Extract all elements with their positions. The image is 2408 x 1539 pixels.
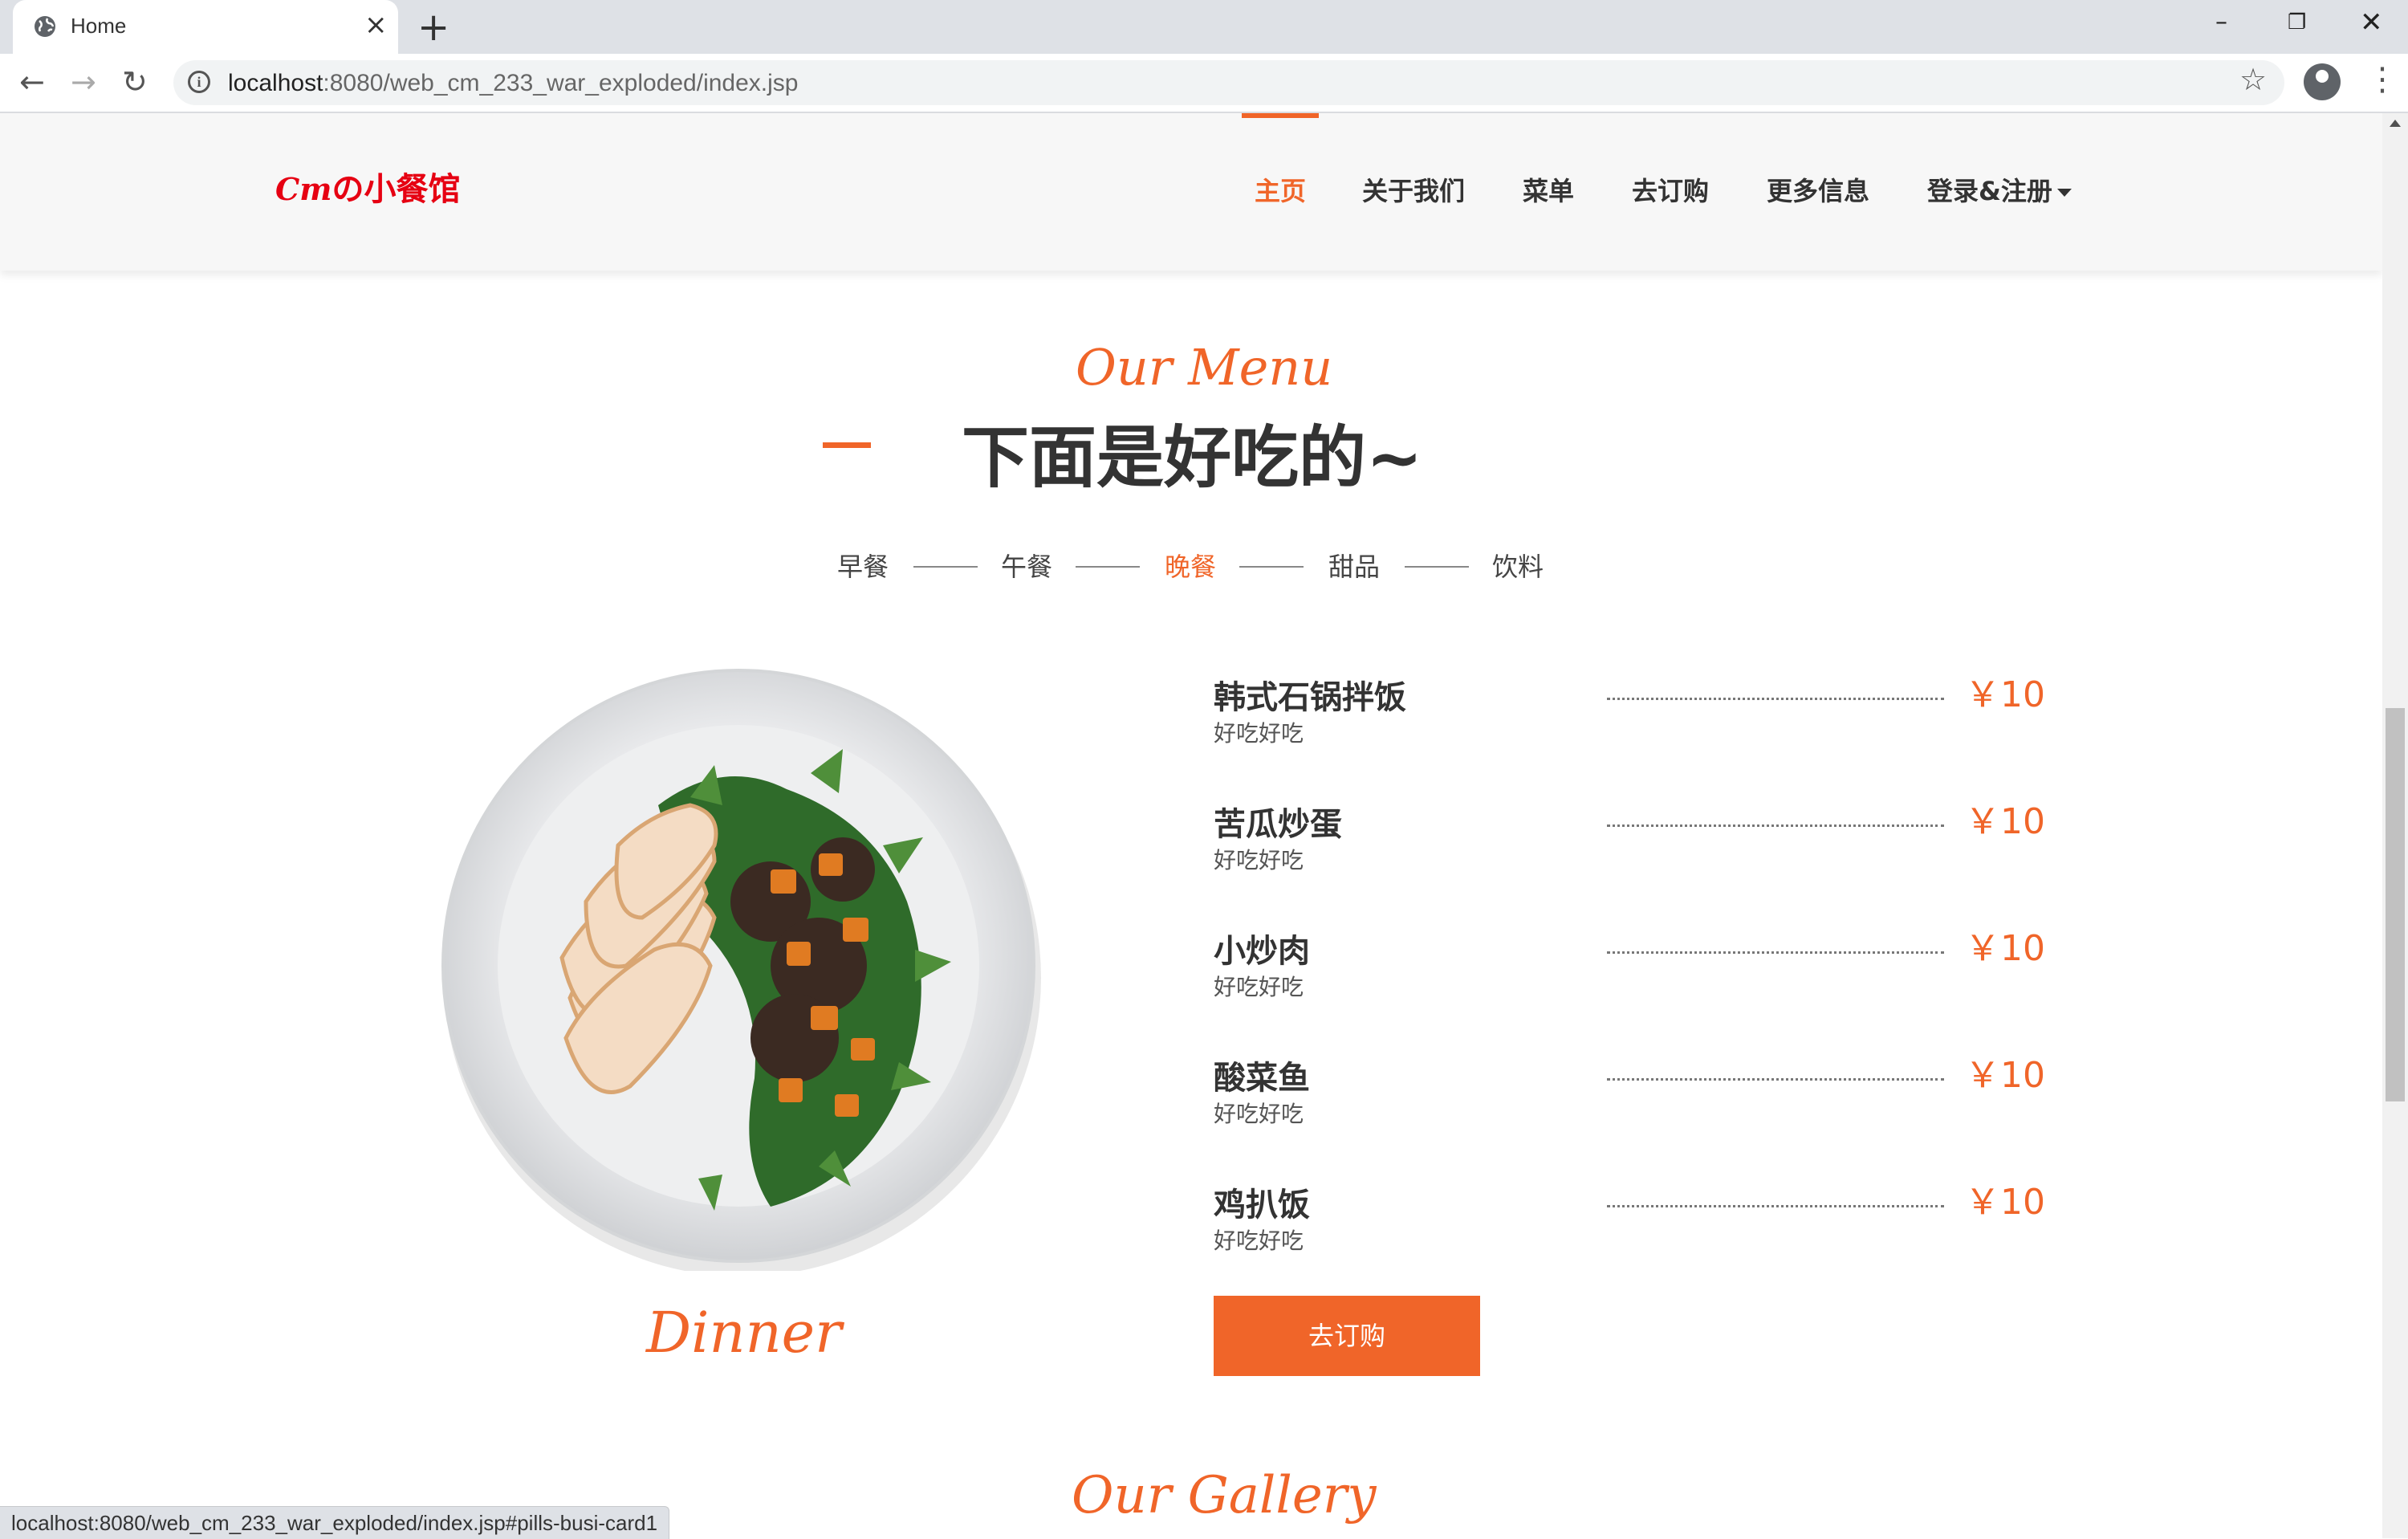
category-dinner[interactable]: 晚餐 — [1165, 547, 1216, 584]
gallery-script-heading: Our Gallery — [1072, 1466, 1377, 1525]
site-info-icon[interactable]: i — [188, 71, 210, 93]
price-leader-dots — [1607, 1205, 1944, 1207]
window-close-icon[interactable]: ✕ — [2360, 8, 2383, 37]
heading-accent-dash — [823, 442, 871, 448]
site-logo[interactable]: Cmの小餐馆 — [275, 163, 460, 210]
nav-about[interactable]: 关于我们 — [1362, 171, 1465, 208]
minimize-icon[interactable]: – — [2215, 8, 2227, 37]
dish-price: ￥10 — [1965, 674, 2045, 715]
dinner-caption: Dinner — [646, 1300, 842, 1366]
category-divider — [1405, 566, 1469, 568]
dish-price: ￥10 — [1965, 1182, 2045, 1223]
bookmark-star-icon[interactable]: ☆ — [2239, 63, 2267, 96]
nav-order[interactable]: 去订购 — [1632, 171, 1709, 208]
dish-desc: 好吃好吃 — [1214, 974, 1304, 1000]
forward-icon[interactable]: → — [71, 65, 96, 99]
scroll-up-icon[interactable] — [2390, 120, 2401, 127]
nav-active-indicator — [1242, 113, 1319, 118]
price-leader-dots — [1607, 1078, 1944, 1081]
reload-icon[interactable]: ↻ — [122, 65, 148, 99]
chevron-down-icon — [2056, 189, 2072, 197]
page-scrollbar[interactable] — [2382, 113, 2408, 1538]
address-bar-row: ← → ↻ i localhost:8080/web_cm_233_war_ex… — [0, 54, 2408, 113]
dish-name: 鸡扒饭 — [1214, 1187, 1310, 1223]
url-text: localhost:8080/web_cm_233_war_exploded/i… — [228, 70, 799, 96]
back-icon[interactable]: ← — [19, 65, 45, 99]
category-divider — [1239, 566, 1304, 568]
dish-name: 苦瓜炒蛋 — [1214, 806, 1342, 843]
site-navbar: Cmの小餐馆 主页 关于我们 菜单 去订购 更多信息 登录&注册 — [0, 113, 2382, 271]
dish-name: 小炒肉 — [1214, 933, 1310, 970]
nav-more-info[interactable]: 更多信息 — [1767, 171, 1869, 208]
category-drinks[interactable]: 饮料 — [1492, 547, 1544, 584]
globe-icon — [35, 16, 55, 37]
menu-title: 下面是好吃的~ — [962, 418, 1423, 497]
dinner-plate-image — [433, 661, 1043, 1276]
dish-price: ￥10 — [1965, 1055, 2045, 1096]
dish-price: ￥10 — [1965, 801, 2045, 842]
menu-script-heading: Our Menu — [1076, 338, 1333, 397]
tab-title: Home — [71, 14, 127, 38]
dish-desc: 好吃好吃 — [1214, 1101, 1304, 1127]
scrollbar-thumb[interactable] — [2386, 708, 2405, 1101]
category-divider — [913, 566, 978, 568]
order-button[interactable]: 去订购 — [1214, 1296, 1480, 1376]
category-breakfast[interactable]: 早餐 — [837, 547, 889, 584]
category-divider — [1076, 566, 1140, 568]
account-avatar-icon[interactable] — [2304, 63, 2341, 100]
price-leader-dots — [1607, 951, 1944, 954]
dish-desc: 好吃好吃 — [1214, 1228, 1304, 1254]
page-viewport: Cmの小餐馆 主页 关于我们 菜单 去订购 更多信息 登录&注册 Our Men… — [0, 113, 2382, 1538]
dish-name: 酸菜鱼 — [1214, 1060, 1310, 1097]
tab-close-icon[interactable]: × — [364, 11, 388, 39]
category-lunch[interactable]: 午餐 — [1001, 547, 1052, 584]
price-leader-dots — [1607, 698, 1944, 700]
dish-name: 韩式石锅拌饭 — [1214, 679, 1406, 716]
price-leader-dots — [1607, 824, 1944, 827]
browser-tab-strip: Home × + – ❐ ✕ — [0, 0, 2408, 54]
nav-login-register[interactable]: 登录&注册 — [1927, 171, 2072, 208]
dish-desc: 好吃好吃 — [1214, 847, 1304, 873]
dish-price: ￥10 — [1965, 928, 2045, 969]
restore-icon[interactable]: ❐ — [2288, 8, 2306, 37]
url-input[interactable]: i localhost:8080/web_cm_233_war_exploded… — [173, 60, 2284, 105]
nav-menu[interactable]: 菜单 — [1523, 171, 1574, 208]
browser-tab[interactable]: Home × — [13, 0, 398, 54]
browser-menu-icon[interactable]: ⋮ — [2366, 62, 2398, 97]
dish-desc: 好吃好吃 — [1214, 720, 1304, 747]
category-dessert[interactable]: 甜品 — [1328, 547, 1380, 584]
status-bar-url: localhost:8080/web_cm_233_war_exploded/i… — [0, 1506, 670, 1539]
nav-home[interactable]: 主页 — [1255, 171, 1306, 208]
new-tab-icon[interactable]: + — [417, 5, 449, 50]
